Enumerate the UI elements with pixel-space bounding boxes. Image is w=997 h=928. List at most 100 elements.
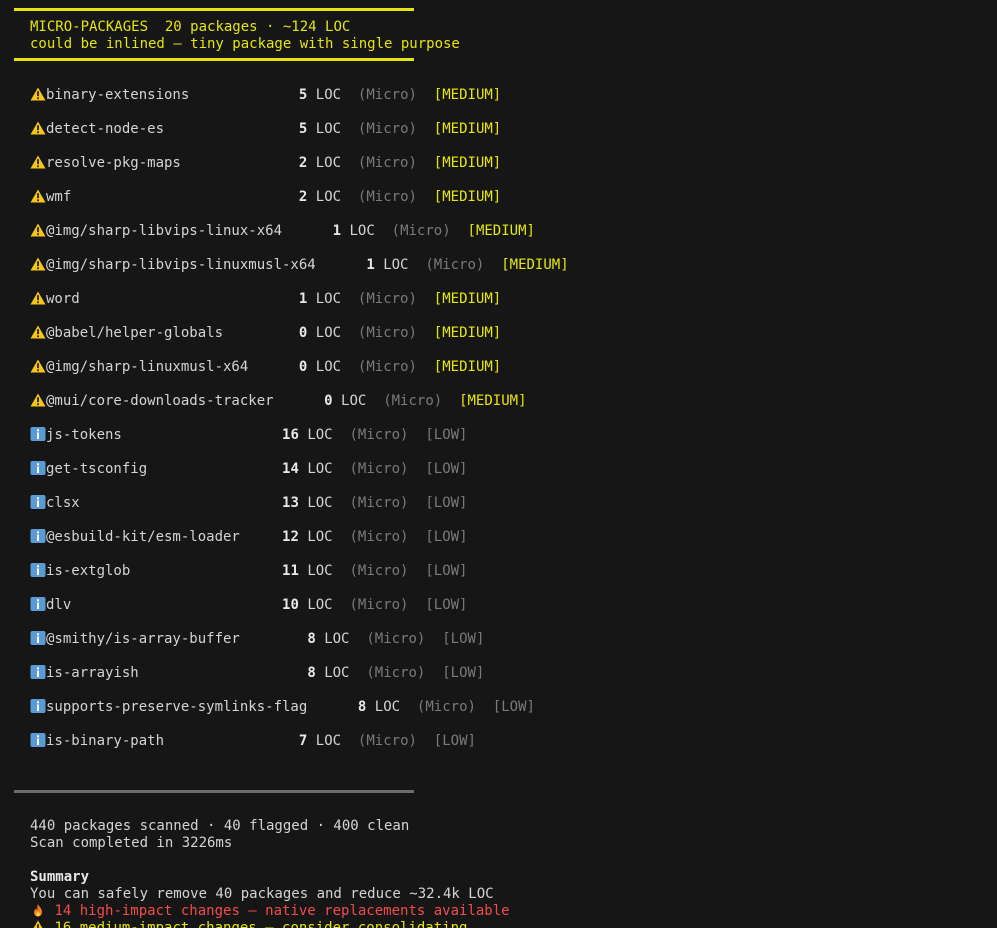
package-loc-unit: LOC — [315, 121, 342, 137]
info-icon — [30, 699, 46, 713]
package-category: (Micro) — [357, 155, 417, 171]
medium-impact-line: 16 medium-impact changes — consider cons… — [30, 920, 467, 928]
severity-badge: [MEDIUM] — [501, 257, 569, 273]
package-padding — [71, 597, 282, 614]
info-icon — [30, 597, 46, 611]
package-loc-unit: LOC — [307, 563, 333, 579]
package-loc-unit: LOC — [307, 427, 333, 443]
info-icon — [30, 733, 46, 747]
package-padding — [274, 393, 316, 410]
severity-badge: [LOW] — [425, 427, 468, 443]
package-row: resolve-pkg-maps 2 LOC (Micro) [MEDIUM] — [30, 155, 501, 172]
package-loc-value: 10 — [282, 597, 299, 613]
package-loc-value: 12 — [282, 529, 299, 545]
package-name: detect-node-es — [46, 121, 165, 137]
severity-badge: [MEDIUM] — [433, 325, 502, 341]
package-row: @esbuild-kit/esm-loader 12 LOC (Micro) [… — [30, 529, 468, 546]
scan-time: Scan completed in 3226ms — [30, 835, 233, 851]
footer-rule — [14, 790, 414, 793]
package-name: wmf — [46, 189, 72, 205]
high-impact-text: 14 high-impact changes — native replacem… — [54, 903, 510, 919]
package-category: (Micro) — [416, 699, 476, 715]
warning-icon — [30, 257, 46, 271]
package-padding — [189, 87, 290, 104]
severity-badge: [MEDIUM] — [433, 291, 502, 307]
package-name: word — [46, 291, 80, 307]
package-loc-unit: LOC — [324, 631, 350, 647]
severity-badge: [LOW] — [425, 461, 468, 477]
package-padding — [164, 121, 290, 138]
package-loc-unit: LOC — [383, 257, 409, 273]
package-category: (Micro) — [357, 189, 417, 205]
package-loc-value: 14 — [282, 461, 299, 477]
package-loc-value: 2 — [298, 155, 308, 171]
info-icon — [30, 495, 46, 509]
package-loc-value: 0 — [298, 359, 308, 375]
package-loc-value: 13 — [282, 495, 299, 511]
package-row: wmf 2 LOC (Micro) [MEDIUM] — [30, 189, 501, 206]
package-loc-unit: LOC — [315, 189, 342, 205]
severity-badge: [MEDIUM] — [433, 359, 502, 375]
package-row: @img/sharp-libvips-linux-x64 1 LOC (Micr… — [30, 223, 535, 240]
package-padding — [71, 189, 290, 206]
package-padding — [122, 427, 282, 444]
package-row: is-extglob 11 LOC (Micro) [LOW] — [30, 563, 468, 580]
section-title: MICRO-PACKAGES — [30, 19, 149, 35]
warning-icon — [30, 393, 46, 407]
severity-badge: [LOW] — [442, 665, 485, 681]
section-subtitle: could be inlined — tiny package with sin… — [30, 36, 460, 52]
package-name: resolve-pkg-maps — [46, 155, 181, 171]
info-icon — [30, 529, 46, 543]
package-name: is-binary-path — [46, 733, 165, 749]
scan-stats: 440 packages scanned · 40 flagged · 400 … — [30, 818, 410, 834]
package-row: js-tokens 16 LOC (Micro) [LOW] — [30, 427, 468, 444]
package-category: (Micro) — [349, 563, 409, 579]
package-loc-value: 1 — [298, 291, 308, 307]
package-loc-value: 1 — [366, 257, 375, 273]
summary-heading: Summary — [30, 869, 90, 885]
package-name: dlv — [46, 597, 72, 613]
package-loc-value: 0 — [324, 393, 333, 409]
package-loc-unit: LOC — [315, 291, 342, 307]
warning-icon — [30, 920, 46, 928]
package-loc-unit: LOC — [315, 325, 342, 341]
severity-badge: [MEDIUM] — [433, 121, 502, 137]
severity-badge: [LOW] — [425, 529, 468, 545]
package-loc-unit: LOC — [315, 155, 342, 171]
summary-line: You can safely remove 40 packages and re… — [30, 886, 494, 902]
info-icon — [30, 563, 46, 577]
package-category: (Micro) — [357, 733, 417, 749]
package-loc-unit: LOC — [307, 597, 333, 613]
package-category: (Micro) — [357, 87, 417, 103]
package-row: clsx 13 LOC (Micro) [LOW] — [30, 495, 468, 512]
severity-badge: [LOW] — [425, 597, 468, 613]
package-loc-value: 8 — [357, 699, 367, 715]
package-loc-unit: LOC — [315, 733, 342, 749]
package-padding — [181, 155, 291, 172]
package-loc-value: 2 — [298, 189, 308, 205]
info-icon — [30, 427, 46, 441]
package-loc-value: 5 — [298, 121, 308, 137]
package-row: is-binary-path 7 LOC (Micro) [LOW] — [30, 733, 476, 750]
fire-icon — [30, 903, 46, 917]
package-name: supports-preserve-symlinks-flag — [46, 699, 308, 715]
package-padding — [147, 461, 282, 478]
warning-icon — [30, 325, 46, 339]
package-category: (Micro) — [349, 597, 409, 613]
package-padding — [307, 699, 349, 716]
package-category: (Micro) — [349, 461, 409, 477]
package-padding — [139, 665, 299, 682]
package-padding — [282, 223, 324, 240]
info-icon — [30, 631, 46, 645]
medium-impact-text: 16 medium-impact changes — consider cons… — [54, 920, 468, 928]
package-loc-unit: LOC — [307, 495, 333, 511]
package-name: binary-extensions — [46, 87, 190, 103]
package-padding — [240, 631, 299, 648]
section-summary: 20 packages · ~124 LOC — [164, 19, 351, 35]
package-name: @img/sharp-linuxmusl-x64 — [46, 359, 249, 375]
severity-badge: [LOW] — [433, 733, 476, 749]
severity-badge: [LOW] — [492, 699, 535, 715]
package-loc-unit: LOC — [315, 87, 342, 103]
package-row: @img/sharp-linuxmusl-x64 0 LOC (Micro) [… — [30, 359, 501, 376]
package-category: (Micro) — [357, 291, 417, 307]
